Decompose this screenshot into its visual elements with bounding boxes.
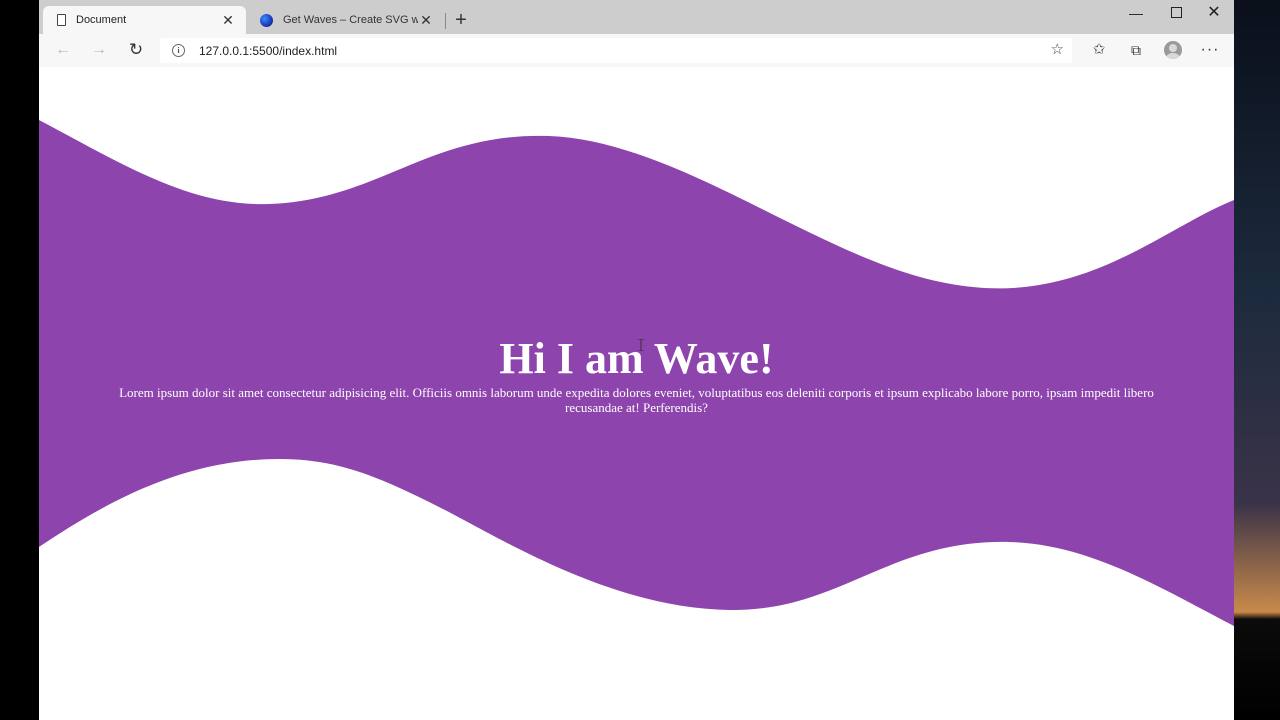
desktop-background (1234, 0, 1280, 720)
avatar (1164, 41, 1182, 59)
globe-icon (260, 13, 273, 27)
new-tab-button[interactable]: + (451, 8, 471, 32)
close-window-button[interactable]: ✕ (1195, 0, 1233, 28)
tab-title: Get Waves – Create SVG waves f (283, 14, 418, 26)
info-icon[interactable]: i (172, 44, 185, 57)
page-paragraph: Lorem ipsum dolor sit amet consectetur a… (119, 385, 1154, 415)
page-viewport: Hi I am Wave! Lorem ipsum dolor sit amet… (39, 67, 1234, 720)
close-tab-icon[interactable]: ✕ (418, 12, 434, 29)
browser-window: Document ✕ Get Waves – Create SVG waves … (39, 0, 1234, 720)
tab-document[interactable]: Document ✕ (43, 6, 246, 34)
tab-get-waves[interactable]: Get Waves – Create SVG waves f ✕ (246, 6, 444, 34)
minimize-button[interactable]: — (1117, 0, 1155, 28)
favorite-star-icon[interactable]: ☆ (1051, 40, 1064, 58)
browser-toolbar: ← → ↻ i 127.0.0.1:5500/index.html ☆ ✩ ⧉ … (39, 34, 1234, 68)
profile-button[interactable] (1161, 39, 1185, 61)
document-icon (57, 14, 66, 26)
page-heading: Hi I am Wave! (499, 334, 774, 383)
tab-strip: Document ✕ Get Waves – Create SVG waves … (39, 0, 1234, 34)
collections-button[interactable]: ⧉ (1124, 39, 1148, 61)
url-text[interactable]: 127.0.0.1:5500/index.html (199, 44, 337, 58)
reload-button[interactable]: ↻ (124, 39, 148, 61)
back-button[interactable]: ← (51, 39, 75, 61)
close-tab-icon[interactable]: ✕ (220, 12, 236, 29)
tab-title: Document (76, 14, 127, 26)
forward-button[interactable]: → (87, 39, 111, 61)
address-bar[interactable]: i 127.0.0.1:5500/index.html ☆ (160, 38, 1072, 63)
favorites-button[interactable]: ✩ (1087, 39, 1111, 61)
more-menu-button[interactable]: ··· (1198, 39, 1222, 61)
text-cursor-icon (638, 339, 644, 351)
tab-divider (445, 13, 446, 29)
maximize-icon (1170, 7, 1182, 18)
maximize-button[interactable] (1157, 0, 1195, 28)
